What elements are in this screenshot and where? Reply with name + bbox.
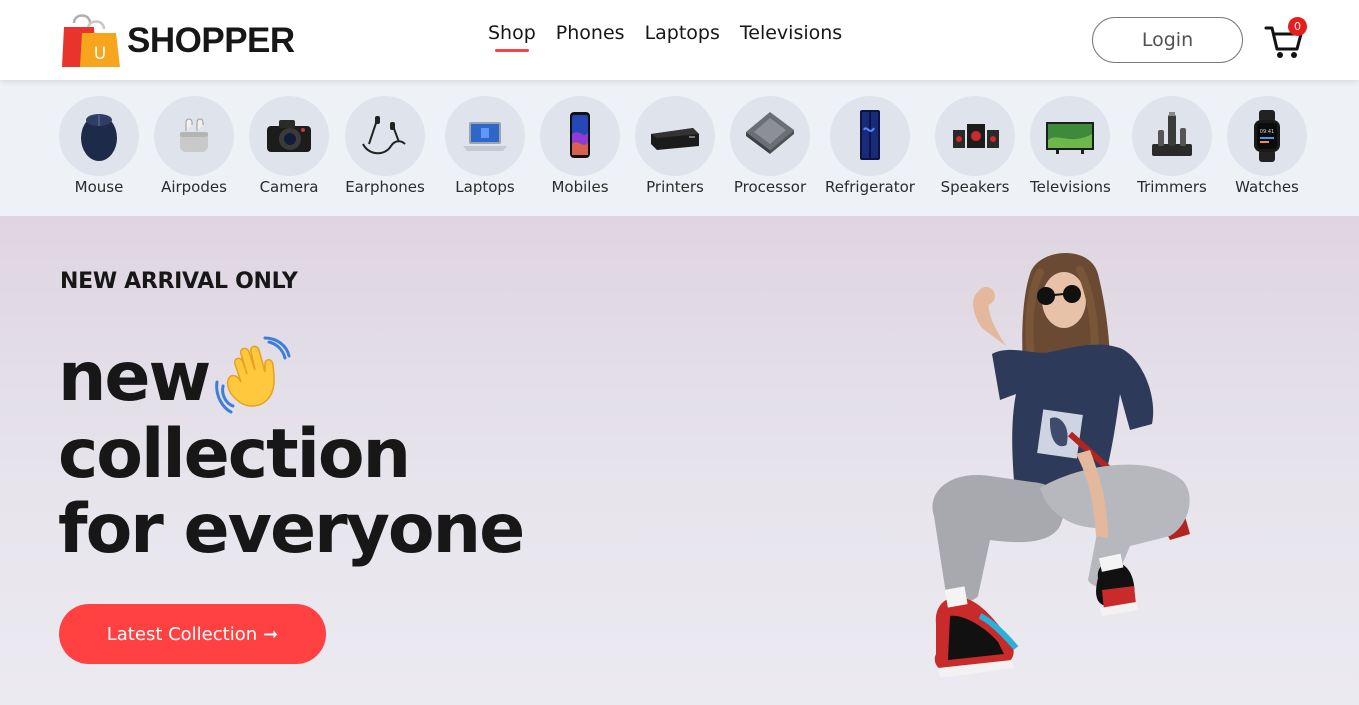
category-laptops[interactable]: Laptops <box>445 96 525 196</box>
main-nav: Shop Phones Laptops Televisions <box>488 22 842 52</box>
mouse-icon <box>81 114 117 161</box>
television-icon <box>1046 122 1095 154</box>
category-printers[interactable]: Printers <box>635 96 715 196</box>
category-circle <box>445 96 525 176</box>
airpods-icon <box>180 118 208 152</box>
category-trimmers[interactable]: Trimmers <box>1132 96 1212 196</box>
brand-logo[interactable]: U SHOPPER <box>60 11 295 69</box>
speaker-icon <box>953 124 999 148</box>
category-refrigerator[interactable]: Refrigerator <box>825 96 915 196</box>
category-circle <box>59 96 139 176</box>
nav-televisions[interactable]: Televisions <box>740 22 842 52</box>
mobile-icon <box>570 112 590 158</box>
laptop-icon <box>463 122 507 151</box>
brand-name: SHOPPER <box>127 21 295 60</box>
category-strip: Mouse Airpodes Camera Earphones Laptops … <box>0 80 1359 216</box>
category-label: Airpodes <box>161 178 227 196</box>
hero-headline-line1: new <box>58 336 291 417</box>
category-circle <box>635 96 715 176</box>
navbar: U SHOPPER Shop Phones Laptops Television… <box>0 0 1359 80</box>
cta-label: Latest Collection <box>106 623 258 645</box>
category-label: Mobiles <box>551 178 609 196</box>
camera-icon <box>267 120 311 152</box>
category-circle <box>730 96 810 176</box>
category-mouse[interactable]: Mouse <box>59 96 139 196</box>
category-circle <box>1132 96 1212 176</box>
svg-text:09:41: 09:41 <box>1260 129 1274 135</box>
category-circle <box>935 96 1015 176</box>
cart-count-badge: 0 <box>1288 17 1307 36</box>
earphones-icon <box>362 116 406 155</box>
hero-model-image <box>932 252 1190 678</box>
nav-laptops[interactable]: Laptops <box>645 22 720 52</box>
category-circle <box>345 96 425 176</box>
category-label: Printers <box>646 178 704 196</box>
nav-phones[interactable]: Phones <box>556 22 625 52</box>
hero-headline-line3: for everyone <box>58 490 525 569</box>
trimmer-icon <box>1152 112 1192 156</box>
latest-collection-button[interactable]: Latest Collection ➞ <box>59 604 326 664</box>
category-earphones[interactable]: Earphones <box>345 96 425 196</box>
category-label: Televisions <box>1030 178 1111 196</box>
shopping-bag-logo-icon: U <box>62 14 120 67</box>
category-label: Speakers <box>940 178 1010 196</box>
hero-section: NEW ARRIVAL ONLY new collection for ever… <box>0 216 1359 705</box>
category-label: Trimmers <box>1137 178 1207 196</box>
category-televisions[interactable]: Televisions <box>1030 96 1111 196</box>
category-airpodes[interactable]: Airpodes <box>154 96 234 196</box>
category-label: Watches <box>1235 178 1299 196</box>
hero-headline-line2: collection <box>58 415 411 494</box>
category-label: Earphones <box>345 178 425 196</box>
printer-icon <box>651 128 699 150</box>
category-label: Mouse <box>74 178 124 196</box>
category-circle <box>154 96 234 176</box>
category-speakers[interactable]: Speakers <box>935 96 1015 196</box>
category-label: Processor <box>733 178 807 196</box>
category-circle: 09:41 <box>1227 96 1307 176</box>
category-circle <box>829 96 910 176</box>
category-processor[interactable]: Processor <box>730 96 810 196</box>
svg-text:U: U <box>94 44 106 64</box>
category-label: Refrigerator <box>825 178 915 196</box>
category-label: Laptops <box>455 178 515 196</box>
refrigerator-icon <box>859 110 880 160</box>
category-watches[interactable]: 09:41 Watches <box>1227 96 1307 196</box>
processor-icon <box>746 112 794 154</box>
nav-shop[interactable]: Shop <box>488 22 536 52</box>
hero-kicker: NEW ARRIVAL ONLY <box>60 269 298 294</box>
waving-hand-icon <box>215 336 291 414</box>
category-label: Camera <box>259 178 319 196</box>
category-mobiles[interactable]: Mobiles <box>540 96 620 196</box>
category-circle <box>1030 96 1111 176</box>
hero-headline-text: new <box>58 338 211 417</box>
category-circle <box>540 96 620 176</box>
arrow-right-icon: ➞ <box>263 623 279 645</box>
category-circle <box>249 96 329 176</box>
watch-icon: 09:41 <box>1254 110 1280 162</box>
login-button[interactable]: Login <box>1092 17 1243 63</box>
category-camera[interactable]: Camera <box>249 96 329 196</box>
